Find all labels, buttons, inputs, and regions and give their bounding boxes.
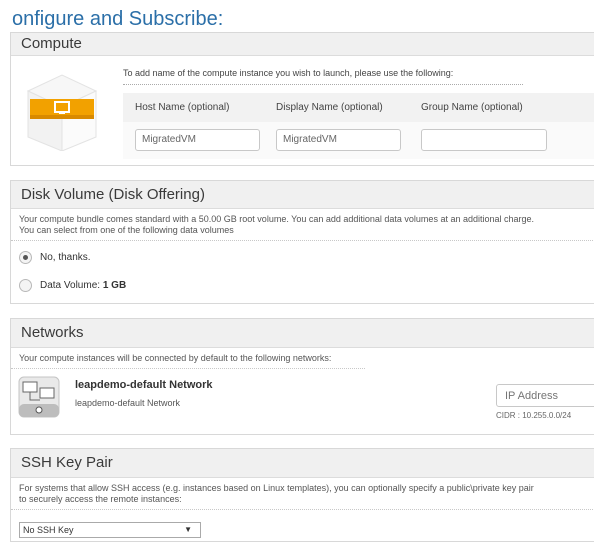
instance-name-table: Host Name (optional) Display Name (optio… xyxy=(123,93,594,159)
radio-no-thanks-label: No, thanks. xyxy=(40,252,91,263)
network-subtitle: leapdemo-default Network xyxy=(75,398,181,408)
cidr-label: CIDR : 10.255.0.0/24 xyxy=(496,411,572,420)
ip-address-input[interactable] xyxy=(496,384,594,407)
display-name-label: Display Name (optional) xyxy=(276,102,383,113)
radio-selected-icon[interactable] xyxy=(19,251,32,264)
divider xyxy=(123,84,523,85)
instance-name-input-row: MigratedVM MigratedVM xyxy=(123,122,594,159)
instance-name-header-row: Host Name (optional) Display Name (optio… xyxy=(123,93,594,122)
ssh-key-pair-section: SSH Key Pair For systems that allow SSH … xyxy=(10,448,594,542)
disk-description: Your compute bundle comes standard with … xyxy=(11,209,594,241)
page-title: onfigure and Subscribe: xyxy=(12,8,224,30)
host-name-input[interactable]: MigratedVM xyxy=(135,129,260,151)
disk-volume-section: Disk Volume (Disk Offering) Your compute… xyxy=(10,180,594,304)
data-volume-size: 1 GB xyxy=(102,280,127,291)
networks-section: Networks Your compute instances will be … xyxy=(10,318,594,435)
ssh-desc-line2: to securely access the remote instances: xyxy=(19,494,182,504)
network-name: leapdemo-default Network xyxy=(75,379,213,391)
radio-unselected-icon[interactable] xyxy=(19,279,32,292)
ssh-desc-line1: For systems that allow SSH access (e.g. … xyxy=(19,483,534,493)
ssh-key-selected-value: No SSH Key xyxy=(23,525,74,535)
compute-header: Compute xyxy=(11,33,594,56)
compute-cube-icon xyxy=(26,74,98,151)
radio-no-thanks[interactable]: No, thanks. xyxy=(19,251,91,264)
network-icon xyxy=(18,376,60,418)
compute-section: Compute To add name of the compute insta… xyxy=(10,32,594,166)
display-name-input[interactable]: MigratedVM xyxy=(276,129,401,151)
radio-data-volume-label: Data Volume: xyxy=(40,280,101,291)
disk-desc-line2: You can select from one of the following… xyxy=(19,225,234,235)
disk-header: Disk Volume (Disk Offering) xyxy=(11,181,594,209)
group-name-input[interactable] xyxy=(421,129,547,151)
ssh-header: SSH Key Pair xyxy=(11,449,594,478)
networks-header: Networks xyxy=(11,319,594,348)
ssh-key-select[interactable]: No SSH Key ▼ xyxy=(19,522,201,538)
host-name-label: Host Name (optional) xyxy=(135,102,230,113)
disk-desc-line1: Your compute bundle comes standard with … xyxy=(19,214,535,224)
triangle-down-icon: ▼ xyxy=(184,525,192,534)
group-name-label: Group Name (optional) xyxy=(421,102,523,113)
compute-instruction: To add name of the compute instance you … xyxy=(123,68,454,78)
networks-description: Your compute instances will be connected… xyxy=(11,348,365,369)
radio-data-volume[interactable]: Data Volume: 1 GB xyxy=(19,279,126,292)
ssh-description: For systems that allow SSH access (e.g. … xyxy=(11,478,594,510)
